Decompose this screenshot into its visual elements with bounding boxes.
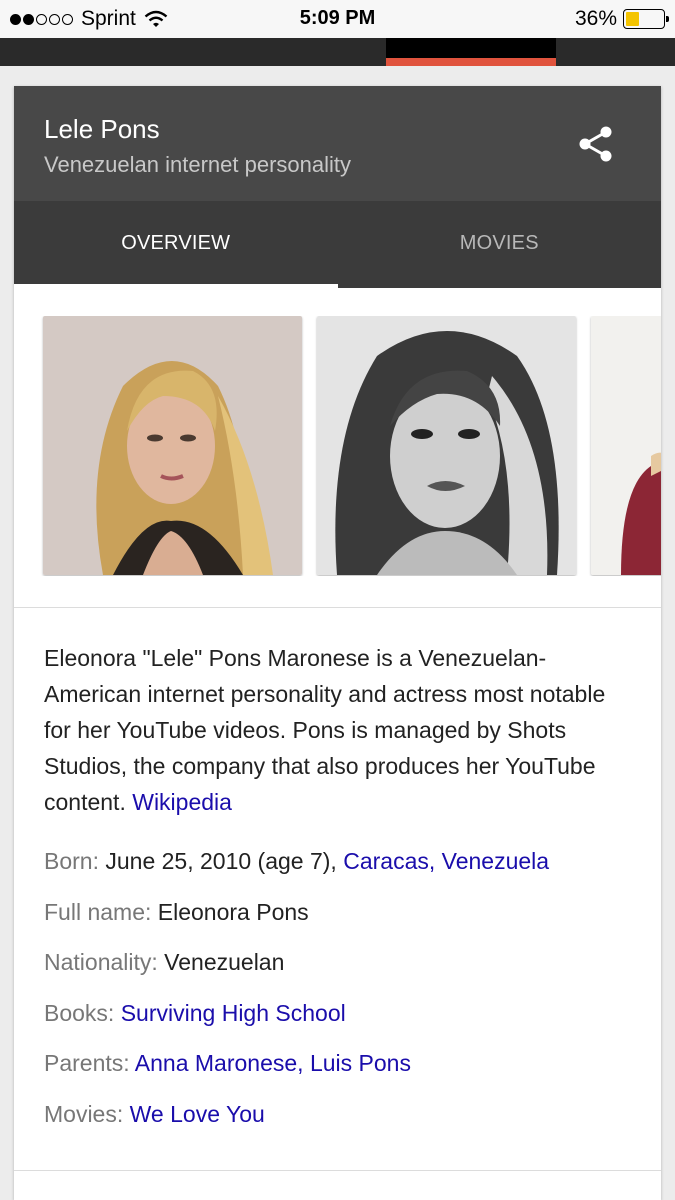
portrait-image-2[interactable] [317,316,576,575]
top-active-tab[interactable] [386,38,556,66]
section-divider [14,1170,661,1171]
share-icon[interactable] [576,124,616,164]
card-subtitle: Venezuelan internet personality [44,152,351,177]
description: Eleonora "Lele" Pons Maronese is a Venez… [44,640,634,820]
tab-movies[interactable]: MOVIES [338,201,662,288]
fact-value: Eleonora Pons [151,898,309,925]
parent-separator: , [297,1050,310,1076]
fact-label: Movies: [44,1100,124,1127]
fact-label: Full name: [44,898,152,925]
tab-active-indicator [14,284,338,288]
parent-link[interactable]: Anna Maronese [135,1050,297,1076]
description-text: Eleonora "Lele" Pons Maronese is a Venez… [44,645,606,815]
battery-level [626,12,639,26]
portrait-image-3[interactable] [591,316,661,575]
partial-portrait-image [591,316,661,575]
fact-label: Nationality: [44,949,158,975]
tab-overview[interactable]: OVERVIEW [14,201,338,288]
book-link[interactable]: Surviving High School [121,1000,346,1026]
card-tabs: OVERVIEW MOVIES [14,201,661,288]
fact-label: Parents: [44,1050,130,1076]
top-tab-strip [0,38,675,66]
birthplace-link[interactable]: Caracas, Venezuela [343,848,549,874]
fact-label: Books: [44,999,115,1026]
fact-value: June 25, 2010 (age 7), [98,848,344,874]
facts-list: Born: June 25, 2010 (age 7), Caracas, Ve… [44,846,644,1149]
status-right: 36% [574,7,669,31]
image-carousel[interactable] [14,316,661,576]
card-header: Lele Pons Venezuelan internet personalit… [14,86,661,201]
fact-born: Born: June 25, 2010 (age 7), Caracas, Ve… [44,846,644,897]
tab-overview-label: OVERVIEW [121,232,231,254]
battery-icon [623,9,669,29]
fact-label: Born: [44,848,99,874]
status-bar: Sprint 5:09 PM 36% [0,0,675,38]
fact-books: Books: Surviving High School [44,998,644,1049]
wikipedia-link[interactable]: Wikipedia [132,789,232,815]
parent-link[interactable]: Luis Pons [310,1050,411,1076]
top-active-tab-indicator [386,58,556,66]
battery-percent: 36% [574,7,617,30]
fact-nationality: Nationality: Venezuelan [44,947,644,998]
knowledge-card: Lele Pons Venezuelan internet personalit… [14,86,661,1200]
section-divider [14,607,661,608]
fact-full-name: Full name: Eleonora Pons [44,897,644,948]
black-and-white-portrait-image [317,316,576,575]
movie-link[interactable]: We Love You [130,1101,265,1127]
portrait-image-1[interactable] [43,316,302,575]
battery-nub [666,16,669,22]
clock: 5:09 PM [299,7,376,29]
card-title: Lele Pons [44,114,160,144]
fact-value: Venezuelan [157,949,285,975]
tab-movies-label: MOVIES [459,232,539,254]
fact-parents: Parents: Anna Maronese, Luis Pons [44,1048,644,1099]
blonde-portrait-image [43,316,302,575]
fact-movies: Movies: We Love You [44,1099,644,1150]
